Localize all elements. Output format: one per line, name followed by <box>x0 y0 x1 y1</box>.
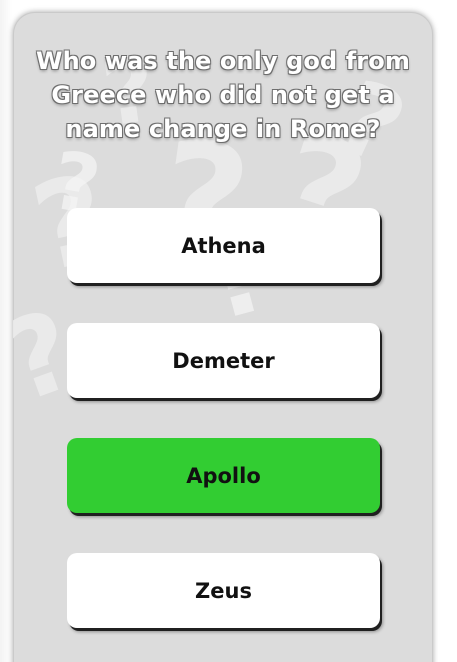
answer-button-zeus[interactable]: Zeus <box>67 553 380 628</box>
answer-button-apollo[interactable]: Apollo <box>67 438 380 513</box>
answer-button-athena[interactable]: Athena <box>67 208 380 283</box>
quiz-card: ? ? ? ? ? ? ? ? Who was the only god fro… <box>13 12 433 662</box>
answer-button-demeter[interactable]: Demeter <box>67 323 380 398</box>
question-text: Who was the only god from Greece who did… <box>36 47 410 143</box>
page: ? ? ? ? ? ? ? ? Who was the only god fro… <box>0 0 457 662</box>
answer-list: Athena Demeter Apollo Zeus <box>67 208 380 662</box>
